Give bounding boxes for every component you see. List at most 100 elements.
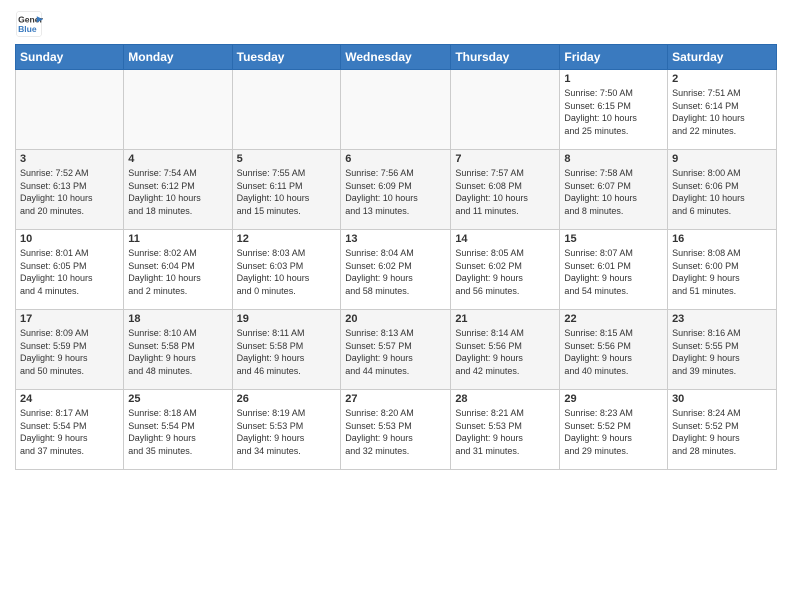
day-info: Sunrise: 8:01 AM Sunset: 6:05 PM Dayligh… [20,247,119,297]
day-info: Sunrise: 8:03 AM Sunset: 6:03 PM Dayligh… [237,247,337,297]
calendar-cell: 8 Sunrise: 7:58 AM Sunset: 6:07 PM Daylig… [560,150,668,230]
calendar-week-row: 1 Sunrise: 7:50 AM Sunset: 6:15 PM Daylig… [16,70,777,150]
calendar-cell: 5 Sunrise: 7:55 AM Sunset: 6:11 PM Daylig… [232,150,341,230]
day-number: 23 [672,313,772,325]
calendar-cell: 14 Sunrise: 8:05 AM Sunset: 6:02 PM Dayli… [451,230,560,310]
calendar-table: SundayMondayTuesdayWednesdayThursdayFrid… [15,44,777,470]
calendar-cell: 27 Sunrise: 8:20 AM Sunset: 5:53 PM Dayli… [341,390,451,470]
calendar-cell: 11 Sunrise: 8:02 AM Sunset: 6:04 PM Dayli… [124,230,232,310]
calendar-cell: 23 Sunrise: 8:16 AM Sunset: 5:55 PM Dayli… [668,310,777,390]
day-info: Sunrise: 7:57 AM Sunset: 6:08 PM Dayligh… [455,167,555,217]
day-number: 14 [455,233,555,245]
calendar-cell: 16Sunrise: 8:08 AM Sunset: 6:00 PM Dayli… [668,230,777,310]
day-number: 7 [455,153,555,165]
weekday-header-tuesday: Tuesday [232,45,341,70]
weekday-header-sunday: Sunday [16,45,124,70]
day-info: Sunrise: 7:50 AM Sunset: 6:15 PM Dayligh… [564,87,663,137]
calendar-cell: 2Sunrise: 7:51 AM Sunset: 6:14 PM Daylig… [668,70,777,150]
calendar-week-row: 10 Sunrise: 8:01 AM Sunset: 6:05 PM Dayli… [16,230,777,310]
calendar-cell: 28 Sunrise: 8:21 AM Sunset: 5:53 PM Dayli… [451,390,560,470]
calendar-cell: 21 Sunrise: 8:14 AM Sunset: 5:56 PM Dayli… [451,310,560,390]
day-info: Sunrise: 7:51 AM Sunset: 6:14 PM Dayligh… [672,87,772,137]
day-info: Sunrise: 7:55 AM Sunset: 6:11 PM Dayligh… [237,167,337,217]
calendar-cell: 24Sunrise: 8:17 AM Sunset: 5:54 PM Dayli… [16,390,124,470]
day-number: 16 [672,233,772,245]
day-info: Sunrise: 8:18 AM Sunset: 5:54 PM Dayligh… [128,407,227,457]
day-info: Sunrise: 8:13 AM Sunset: 5:57 PM Dayligh… [345,327,446,377]
day-info: Sunrise: 7:56 AM Sunset: 6:09 PM Dayligh… [345,167,446,217]
day-info: Sunrise: 7:58 AM Sunset: 6:07 PM Dayligh… [564,167,663,217]
calendar-cell: 1 Sunrise: 7:50 AM Sunset: 6:15 PM Daylig… [560,70,668,150]
day-number: 17 [20,313,119,325]
day-info: Sunrise: 8:14 AM Sunset: 5:56 PM Dayligh… [455,327,555,377]
logo-icon: General Blue [15,10,43,38]
day-number: 28 [455,393,555,405]
calendar-week-row: 17 Sunrise: 8:09 AM Sunset: 5:59 PM Dayli… [16,310,777,390]
day-number: 24 [20,393,119,405]
day-info: Sunrise: 8:15 AM Sunset: 5:56 PM Dayligh… [564,327,663,377]
day-info: Sunrise: 8:19 AM Sunset: 5:53 PM Dayligh… [237,407,337,457]
day-number: 13 [345,233,446,245]
calendar-cell: 18Sunrise: 8:10 AM Sunset: 5:58 PM Dayli… [124,310,232,390]
calendar-cell: 19Sunrise: 8:11 AM Sunset: 5:58 PM Dayli… [232,310,341,390]
day-info: Sunrise: 8:20 AM Sunset: 5:53 PM Dayligh… [345,407,446,457]
weekday-header-friday: Friday [560,45,668,70]
day-number: 6 [345,153,446,165]
day-number: 26 [237,393,337,405]
calendar-cell: 29 Sunrise: 8:23 AM Sunset: 5:52 PM Dayli… [560,390,668,470]
day-number: 25 [128,393,227,405]
day-number: 15 [564,233,663,245]
calendar-cell: 3 Sunrise: 7:52 AM Sunset: 6:13 PM Daylig… [16,150,124,230]
calendar-body: 1 Sunrise: 7:50 AM Sunset: 6:15 PM Daylig… [16,70,777,470]
calendar-cell: 9Sunrise: 8:00 AM Sunset: 6:06 PM Daylig… [668,150,777,230]
day-info: Sunrise: 7:52 AM Sunset: 6:13 PM Dayligh… [20,167,119,217]
day-number: 29 [564,393,663,405]
day-number: 4 [128,153,227,165]
calendar-cell [341,70,451,150]
day-number: 12 [237,233,337,245]
day-number: 20 [345,313,446,325]
calendar-cell [16,70,124,150]
day-number: 27 [345,393,446,405]
calendar-cell [232,70,341,150]
page-header: General Blue [15,10,777,38]
weekday-header-wednesday: Wednesday [341,45,451,70]
day-number: 18 [128,313,227,325]
day-number: 11 [128,233,227,245]
day-info: Sunrise: 8:05 AM Sunset: 6:02 PM Dayligh… [455,247,555,297]
calendar-cell: 30Sunrise: 8:24 AM Sunset: 5:52 PM Dayli… [668,390,777,470]
day-number: 30 [672,393,772,405]
logo: General Blue [15,10,45,38]
day-info: Sunrise: 8:02 AM Sunset: 6:04 PM Dayligh… [128,247,227,297]
calendar-cell: 25 Sunrise: 8:18 AM Sunset: 5:54 PM Dayli… [124,390,232,470]
day-number: 3 [20,153,119,165]
calendar-cell: 7 Sunrise: 7:57 AM Sunset: 6:08 PM Daylig… [451,150,560,230]
calendar-cell: 4 Sunrise: 7:54 AM Sunset: 6:12 PM Daylig… [124,150,232,230]
day-info: Sunrise: 8:04 AM Sunset: 6:02 PM Dayligh… [345,247,446,297]
svg-text:Blue: Blue [18,24,37,34]
calendar-cell: 6 Sunrise: 7:56 AM Sunset: 6:09 PM Daylig… [341,150,451,230]
calendar-cell: 12 Sunrise: 8:03 AM Sunset: 6:03 PM Dayli… [232,230,341,310]
day-number: 19 [237,313,337,325]
calendar-week-row: 3 Sunrise: 7:52 AM Sunset: 6:13 PM Daylig… [16,150,777,230]
day-info: Sunrise: 7:54 AM Sunset: 6:12 PM Dayligh… [128,167,227,217]
weekday-header-thursday: Thursday [451,45,560,70]
day-number: 22 [564,313,663,325]
calendar-cell: 17 Sunrise: 8:09 AM Sunset: 5:59 PM Dayli… [16,310,124,390]
calendar-cell [124,70,232,150]
day-number: 8 [564,153,663,165]
day-number: 21 [455,313,555,325]
day-info: Sunrise: 8:16 AM Sunset: 5:55 PM Dayligh… [672,327,772,377]
day-info: Sunrise: 8:00 AM Sunset: 6:06 PM Dayligh… [672,167,772,217]
day-info: Sunrise: 8:23 AM Sunset: 5:52 PM Dayligh… [564,407,663,457]
weekday-header-saturday: Saturday [668,45,777,70]
weekday-header-monday: Monday [124,45,232,70]
day-number: 10 [20,233,119,245]
day-info: Sunrise: 8:09 AM Sunset: 5:59 PM Dayligh… [20,327,119,377]
day-number: 1 [564,73,663,85]
calendar-cell: 20 Sunrise: 8:13 AM Sunset: 5:57 PM Dayli… [341,310,451,390]
calendar-cell: 22 Sunrise: 8:15 AM Sunset: 5:56 PM Dayli… [560,310,668,390]
calendar-week-row: 24Sunrise: 8:17 AM Sunset: 5:54 PM Dayli… [16,390,777,470]
day-info: Sunrise: 8:21 AM Sunset: 5:53 PM Dayligh… [455,407,555,457]
day-number: 5 [237,153,337,165]
